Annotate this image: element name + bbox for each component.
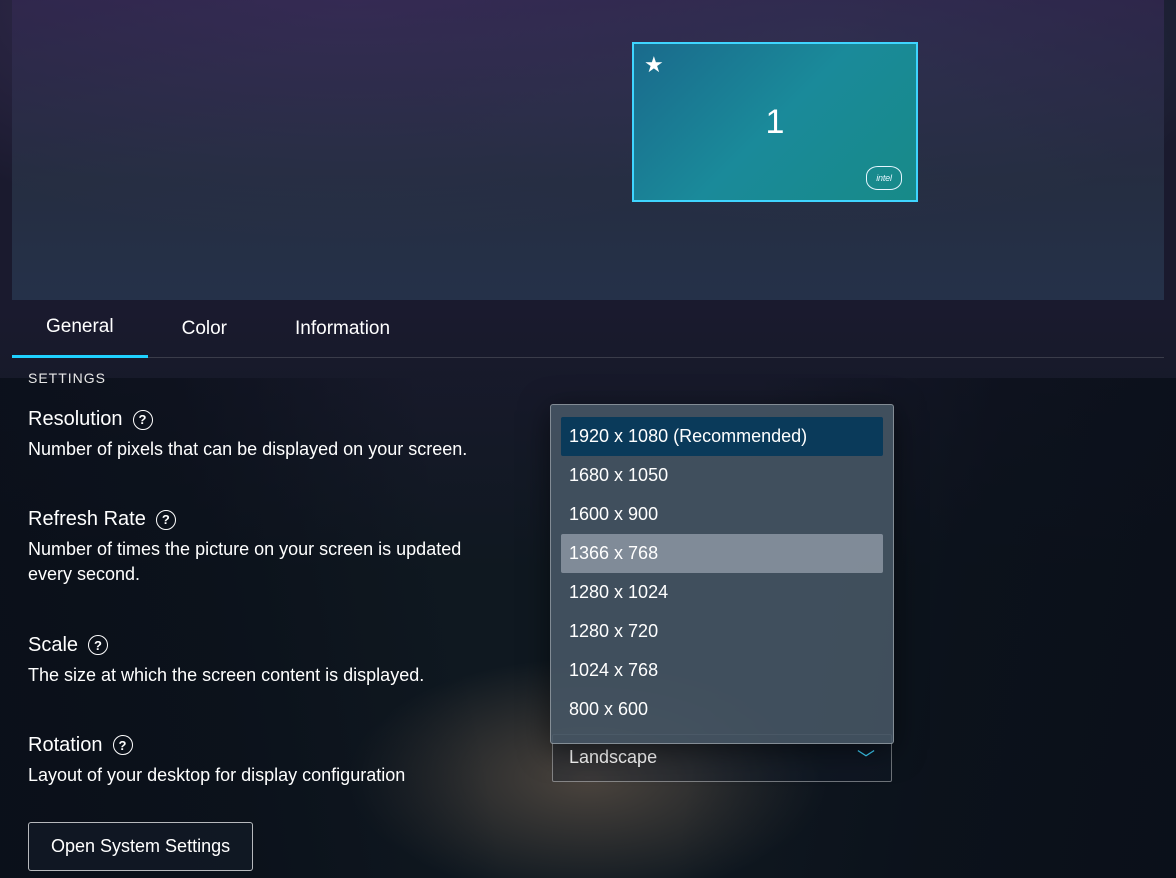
help-icon[interactable]: ?: [113, 735, 133, 755]
resolution-option[interactable]: 1920 x 1080 (Recommended): [561, 417, 883, 456]
display-number: 1: [766, 103, 785, 142]
tab-bar: GeneralColorInformation: [12, 300, 1164, 358]
help-icon[interactable]: ?: [88, 635, 108, 655]
resolution-option[interactable]: 1366 x 768: [561, 534, 883, 573]
resolution-option[interactable]: 1280 x 720: [551, 612, 893, 651]
refresh-label: Refresh Rate: [28, 508, 146, 531]
intel-logo-icon: intel: [866, 166, 902, 190]
open-system-settings-button[interactable]: Open System Settings: [28, 822, 253, 871]
rotation-select-value: Landscape: [569, 747, 657, 768]
scale-label: Scale: [28, 634, 78, 657]
resolution-option[interactable]: 1024 x 768: [551, 651, 893, 690]
tab-color[interactable]: Color: [148, 300, 261, 358]
tab-information[interactable]: Information: [261, 300, 424, 358]
help-icon[interactable]: ?: [133, 410, 153, 430]
resolution-option[interactable]: 1680 x 1050: [551, 456, 893, 495]
resolution-desc: Number of pixels that can be displayed o…: [28, 437, 488, 462]
section-title-settings: SETTINGS: [28, 370, 1148, 386]
rotation-desc: Layout of your desktop for display confi…: [28, 763, 488, 788]
resolution-option[interactable]: 800 x 600: [551, 690, 893, 729]
resolution-dropdown[interactable]: 1920 x 1080 (Recommended)1680 x 10501600…: [550, 404, 894, 744]
refresh-desc: Number of times the picture on your scre…: [28, 537, 488, 587]
resolution-option[interactable]: 1280 x 1024: [551, 573, 893, 612]
resolution-label: Resolution: [28, 408, 123, 431]
tab-general[interactable]: General: [12, 300, 148, 358]
rotation-label: Rotation: [28, 734, 103, 757]
primary-display-star-icon: ★: [644, 52, 664, 78]
scale-desc: The size at which the screen content is …: [28, 663, 488, 688]
help-icon[interactable]: ?: [156, 510, 176, 530]
display-preview-panel: ★ 1 intel: [12, 0, 1164, 300]
resolution-option[interactable]: 1600 x 900: [551, 495, 893, 534]
display-tile-1[interactable]: ★ 1 intel: [632, 42, 918, 202]
chevron-down-icon: ﹀: [857, 745, 875, 771]
